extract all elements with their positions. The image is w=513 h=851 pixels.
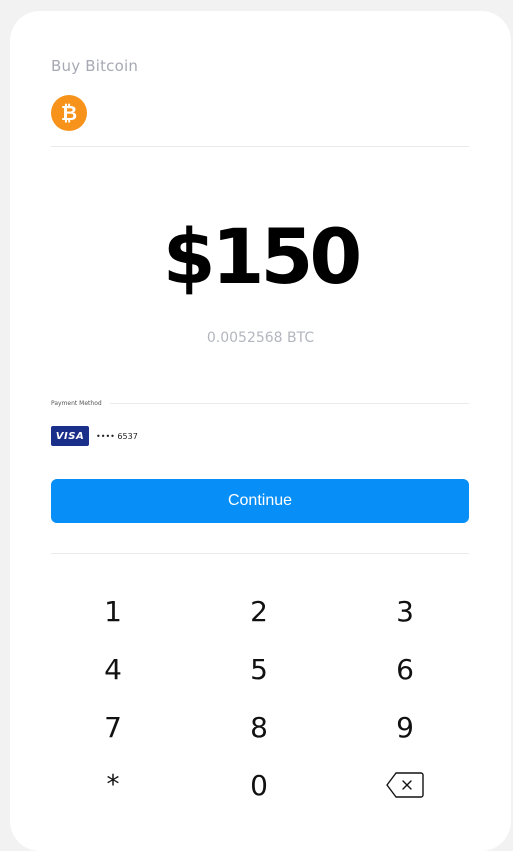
key-8[interactable]: 8 bbox=[229, 705, 289, 749]
payment-method-label: Payment Method bbox=[51, 399, 102, 407]
key-0[interactable]: 0 bbox=[229, 763, 289, 807]
payment-card-selector[interactable]: VISA •••• 6537 bbox=[51, 425, 138, 447]
payment-method-divider bbox=[109, 402, 469, 404]
bitcoin-symbol: ₿ bbox=[61, 101, 77, 125]
card-number: •••• 6537 bbox=[96, 431, 138, 441]
bitcoin-icon[interactable]: ₿ bbox=[51, 95, 87, 131]
payment-method-header: Payment Method bbox=[51, 397, 469, 409]
page-title: Buy Bitcoin bbox=[51, 57, 139, 75]
key-2[interactable]: 2 bbox=[229, 589, 289, 633]
visa-icon: VISA bbox=[51, 426, 89, 446]
key-1[interactable]: 1 bbox=[83, 589, 143, 633]
key-5[interactable]: 5 bbox=[229, 647, 289, 691]
backspace-icon bbox=[386, 772, 424, 798]
key-9[interactable]: 9 bbox=[375, 705, 435, 749]
header-divider bbox=[51, 146, 469, 147]
key-4[interactable]: 4 bbox=[83, 647, 143, 691]
backspace-key[interactable] bbox=[375, 763, 435, 807]
fiat-amount: $150 bbox=[162, 212, 363, 301]
crypto-amount: 0.0052568 BTC bbox=[206, 330, 315, 346]
continue-button[interactable]: Continue bbox=[51, 479, 469, 523]
key-star[interactable]: * bbox=[83, 763, 143, 807]
keypad-divider bbox=[51, 553, 469, 554]
key-3[interactable]: 3 bbox=[375, 589, 435, 633]
key-7[interactable]: 7 bbox=[83, 705, 143, 749]
buy-bitcoin-card: Buy Bitcoin ₿ $150 0.0052568 BTC Payment… bbox=[10, 11, 511, 851]
key-6[interactable]: 6 bbox=[375, 647, 435, 691]
